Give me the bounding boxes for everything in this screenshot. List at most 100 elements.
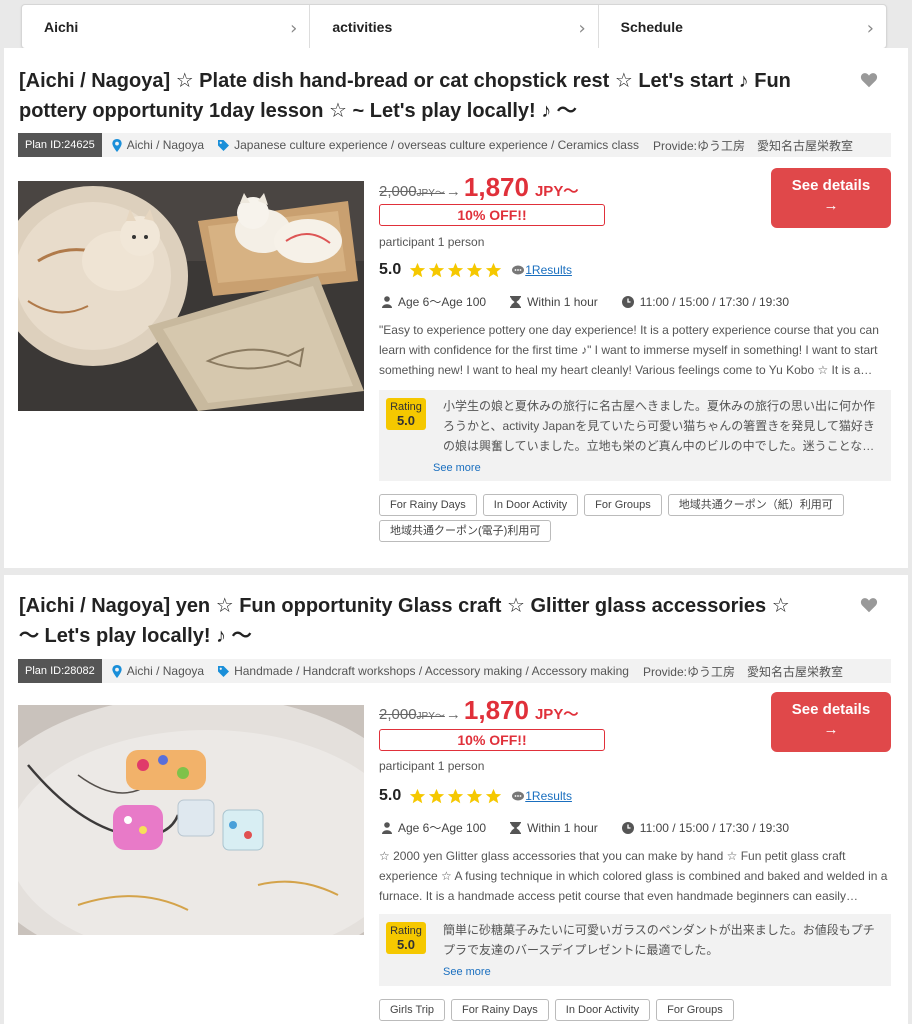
tag-chip[interactable]: For Groups (584, 494, 662, 516)
see-details-label: See details (791, 177, 871, 194)
discounted-price-currency: JPY〜 (534, 183, 579, 200)
discount-badge: 10% OFF!! (379, 204, 605, 226)
price-arrow: → (445, 706, 461, 723)
provider-text[interactable]: Provide:ゆう工房 愛知名古屋栄教室 (643, 663, 843, 680)
tag-chip[interactable]: 地域共通クーポン(電子)利用可 (379, 520, 552, 542)
top-bar: Aichi › activities › Schedule › (0, 0, 912, 49)
tag-chip[interactable]: In Door Activity (482, 494, 579, 516)
plan-card: [Aichi / Nagoya] ☆ Plate dish hand-bread… (4, 48, 908, 568)
activity-selector[interactable]: activities › (310, 5, 599, 48)
tag-chip[interactable]: In Door Activity (554, 999, 651, 1021)
price-arrow: → (445, 183, 461, 200)
tag-chip[interactable]: For Rainy Days (451, 999, 549, 1021)
discounted-price: 1,870 (463, 172, 529, 202)
rating-badge-label: Rating (390, 925, 422, 937)
star-icon (448, 262, 464, 277)
star-icon (410, 788, 426, 803)
tag-icon (218, 665, 230, 677)
map-pin-icon (112, 664, 122, 678)
tag-icon (218, 139, 230, 151)
comment-icon (512, 791, 525, 800)
duration-info: Within 1 hour (510, 821, 598, 835)
category-link[interactable]: Handmade / Handcraft workshops / Accesso… (218, 664, 629, 678)
star-icon (429, 262, 445, 277)
area-selector[interactable]: Aichi › (22, 5, 311, 48)
original-price: 2,000 (379, 183, 417, 200)
rating-badge-value: 5.0 (396, 937, 416, 952)
rating-score: 5.0 (379, 261, 402, 278)
tag-chip[interactable]: 地域共通クーポン（紙）利用可 (667, 494, 844, 516)
rating-score: 5.0 (379, 787, 402, 804)
plan-title[interactable]: [Aichi / Nagoya] yen ☆ Fun opportunity G… (19, 591, 839, 651)
age-info: Age 6〜Age 100 (382, 293, 486, 310)
duration-text: Within 1 hour (527, 820, 598, 835)
time-text: 11:00 / 15:00 / 17:30 / 19:30 (639, 820, 790, 835)
star-icon (467, 262, 483, 277)
clock-icon (621, 295, 634, 308)
provider-text[interactable]: Provide:ゆう工房 愛知名古屋栄教室 (653, 137, 853, 154)
review-text: 小学生の娘と夏休みの旅行に名古屋へきました。夏休みの旅行の思い出に何か作ろうかと… (443, 399, 876, 453)
time-info: 11:00 / 15:00 / 17:30 / 19:30 (621, 295, 789, 309)
category-text: Handmade / Handcraft workshops / Accesso… (234, 664, 629, 678)
participant-text: participant 1 person (379, 759, 485, 773)
star-icon (410, 262, 426, 277)
map-pin-icon (112, 138, 122, 152)
age-text: Age 6〜Age 100 (398, 821, 487, 835)
clock-icon (621, 821, 634, 834)
rating-badge: Rating 5.0 (386, 398, 426, 430)
see-more-link[interactable]: See more (443, 966, 491, 978)
activity-selector-label: activities (332, 18, 393, 35)
ceramic-cat-photo (18, 181, 364, 411)
favorite-heart-icon[interactable] (860, 597, 878, 613)
plan-title[interactable]: [Aichi / Nagoya] ☆ Plate dish hand-bread… (19, 66, 839, 126)
see-details-button[interactable]: See details → (771, 168, 891, 228)
review-box: Rating 5.0 小学生の娘と夏休みの旅行に名古屋へきました。夏休みの旅行の… (379, 390, 891, 481)
meta-row: Age 6〜Age 100 Within 1 hour 11:00 / 15:0… (382, 819, 813, 836)
tag-chip[interactable]: For Rainy Days (379, 494, 477, 516)
see-more-link[interactable]: See more (433, 462, 481, 474)
price-row: 2,000 JPY〜 → 1,870 JPY〜 (379, 695, 578, 726)
person-icon (382, 295, 392, 308)
meta-row: Age 6〜Age 100 Within 1 hour 11:00 / 15:0… (382, 293, 813, 310)
see-details-button[interactable]: See details → (771, 692, 891, 752)
plan-photo-glass-accessories[interactable] (18, 705, 364, 935)
rating-row: 5.0 1Results (379, 787, 572, 805)
rating-badge: Rating 5.0 (386, 922, 426, 954)
rating-row: 5.0 1Results (379, 261, 572, 279)
plan-description: "Easy to experience pottery one day expe… (379, 323, 879, 377)
area-selector-label: Aichi (44, 18, 79, 35)
tag-list: Girls Trip For Rainy Days In Door Activi… (379, 999, 879, 1024)
category-text: Japanese culture experience / overseas c… (234, 138, 639, 152)
age-text: Age 6〜Age 100 (398, 295, 487, 309)
schedule-selector-label: Schedule (620, 18, 683, 35)
hourglass-icon (510, 295, 522, 308)
location-text: Aichi / Nagoya (126, 138, 205, 152)
location-link[interactable]: Aichi / Nagoya (112, 664, 204, 678)
glass-accessories-photo (18, 705, 364, 935)
comment-icon (512, 265, 525, 274)
reviews-link[interactable]: 1Results (525, 789, 572, 803)
category-link[interactable]: Japanese culture experience / overseas c… (218, 138, 639, 152)
star-icon (429, 788, 445, 803)
schedule-selector[interactable]: Schedule › (599, 5, 886, 48)
rating-badge-label: Rating (390, 401, 422, 413)
plan-title-line: 〜 Let's play locally! ♪ 〜 (19, 625, 252, 647)
plan-photo-ceramic-cats[interactable] (18, 181, 364, 411)
rating-badge-value: 5.0 (396, 413, 416, 428)
discounted-price: 1,870 (463, 695, 529, 725)
tag-chip[interactable]: For Groups (656, 999, 734, 1021)
chevron-right-icon: › (866, 18, 874, 39)
plan-title-line: pottery opportunity 1day lesson ☆ ~ Let'… (19, 100, 577, 122)
star-icon (467, 788, 483, 803)
location-link[interactable]: Aichi / Nagoya (112, 138, 204, 152)
duration-info: Within 1 hour (510, 295, 598, 309)
chevron-right-icon: › (290, 18, 298, 39)
tag-chip[interactable]: Girls Trip (379, 999, 445, 1021)
discount-badge: 10% OFF!! (379, 729, 605, 751)
original-price: 2,000 (379, 706, 417, 723)
reviews-link[interactable]: 1Results (525, 263, 572, 277)
star-icon (448, 788, 464, 803)
tag-list: For Rainy Days In Door Activity For Grou… (379, 494, 879, 546)
price-row: 2,000 JPY〜 → 1,870 JPY〜 (379, 172, 578, 203)
favorite-heart-icon[interactable] (860, 72, 878, 88)
